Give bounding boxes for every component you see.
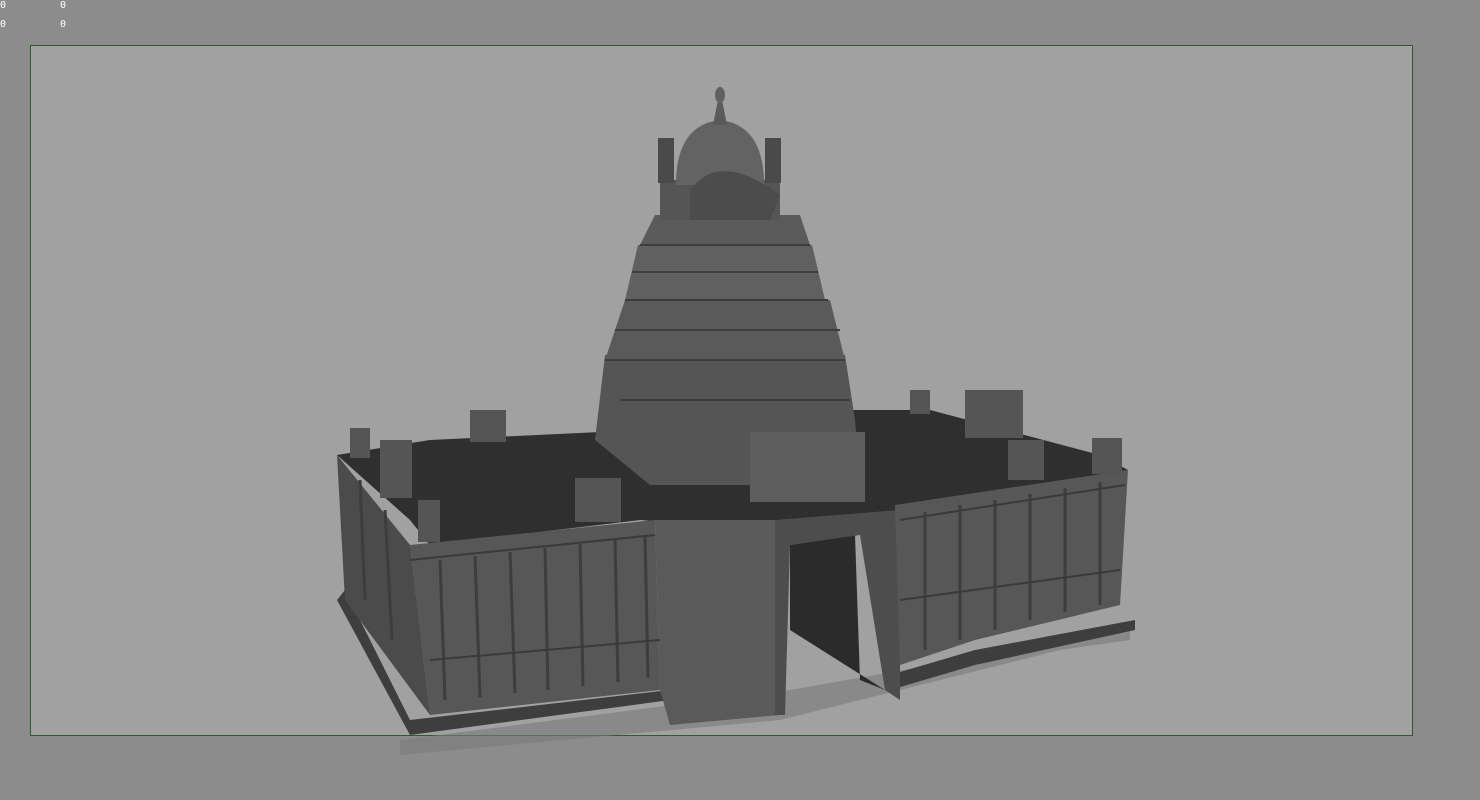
temple-3d-model[interactable] <box>0 0 1480 800</box>
model-tower-finial <box>713 100 727 125</box>
model-roof-pavilion-8 <box>1092 438 1122 474</box>
model-roof-pavilion-2 <box>575 478 621 522</box>
model-roof-pavilion-7 <box>1008 440 1044 480</box>
model-roof-pavilion-3 <box>380 440 412 498</box>
model-roof-pavilion-9 <box>418 500 440 542</box>
model-tower-porch <box>750 432 865 502</box>
model-roof-pavilion-4 <box>350 428 370 458</box>
model-tower-sculpture-left <box>658 138 674 183</box>
3d-viewport[interactable]: 0 0 0 0 <box>0 0 1480 800</box>
model-tower-finial-top <box>715 87 725 103</box>
model-roof-pavilion-6 <box>965 390 1023 438</box>
model-gate-block <box>655 520 780 725</box>
model-wall-front-left <box>410 520 660 715</box>
model-tower-sculpture-right <box>765 138 781 183</box>
model-roof-pavilion-1 <box>470 410 506 442</box>
model-roof-pavilion-5 <box>910 390 930 414</box>
